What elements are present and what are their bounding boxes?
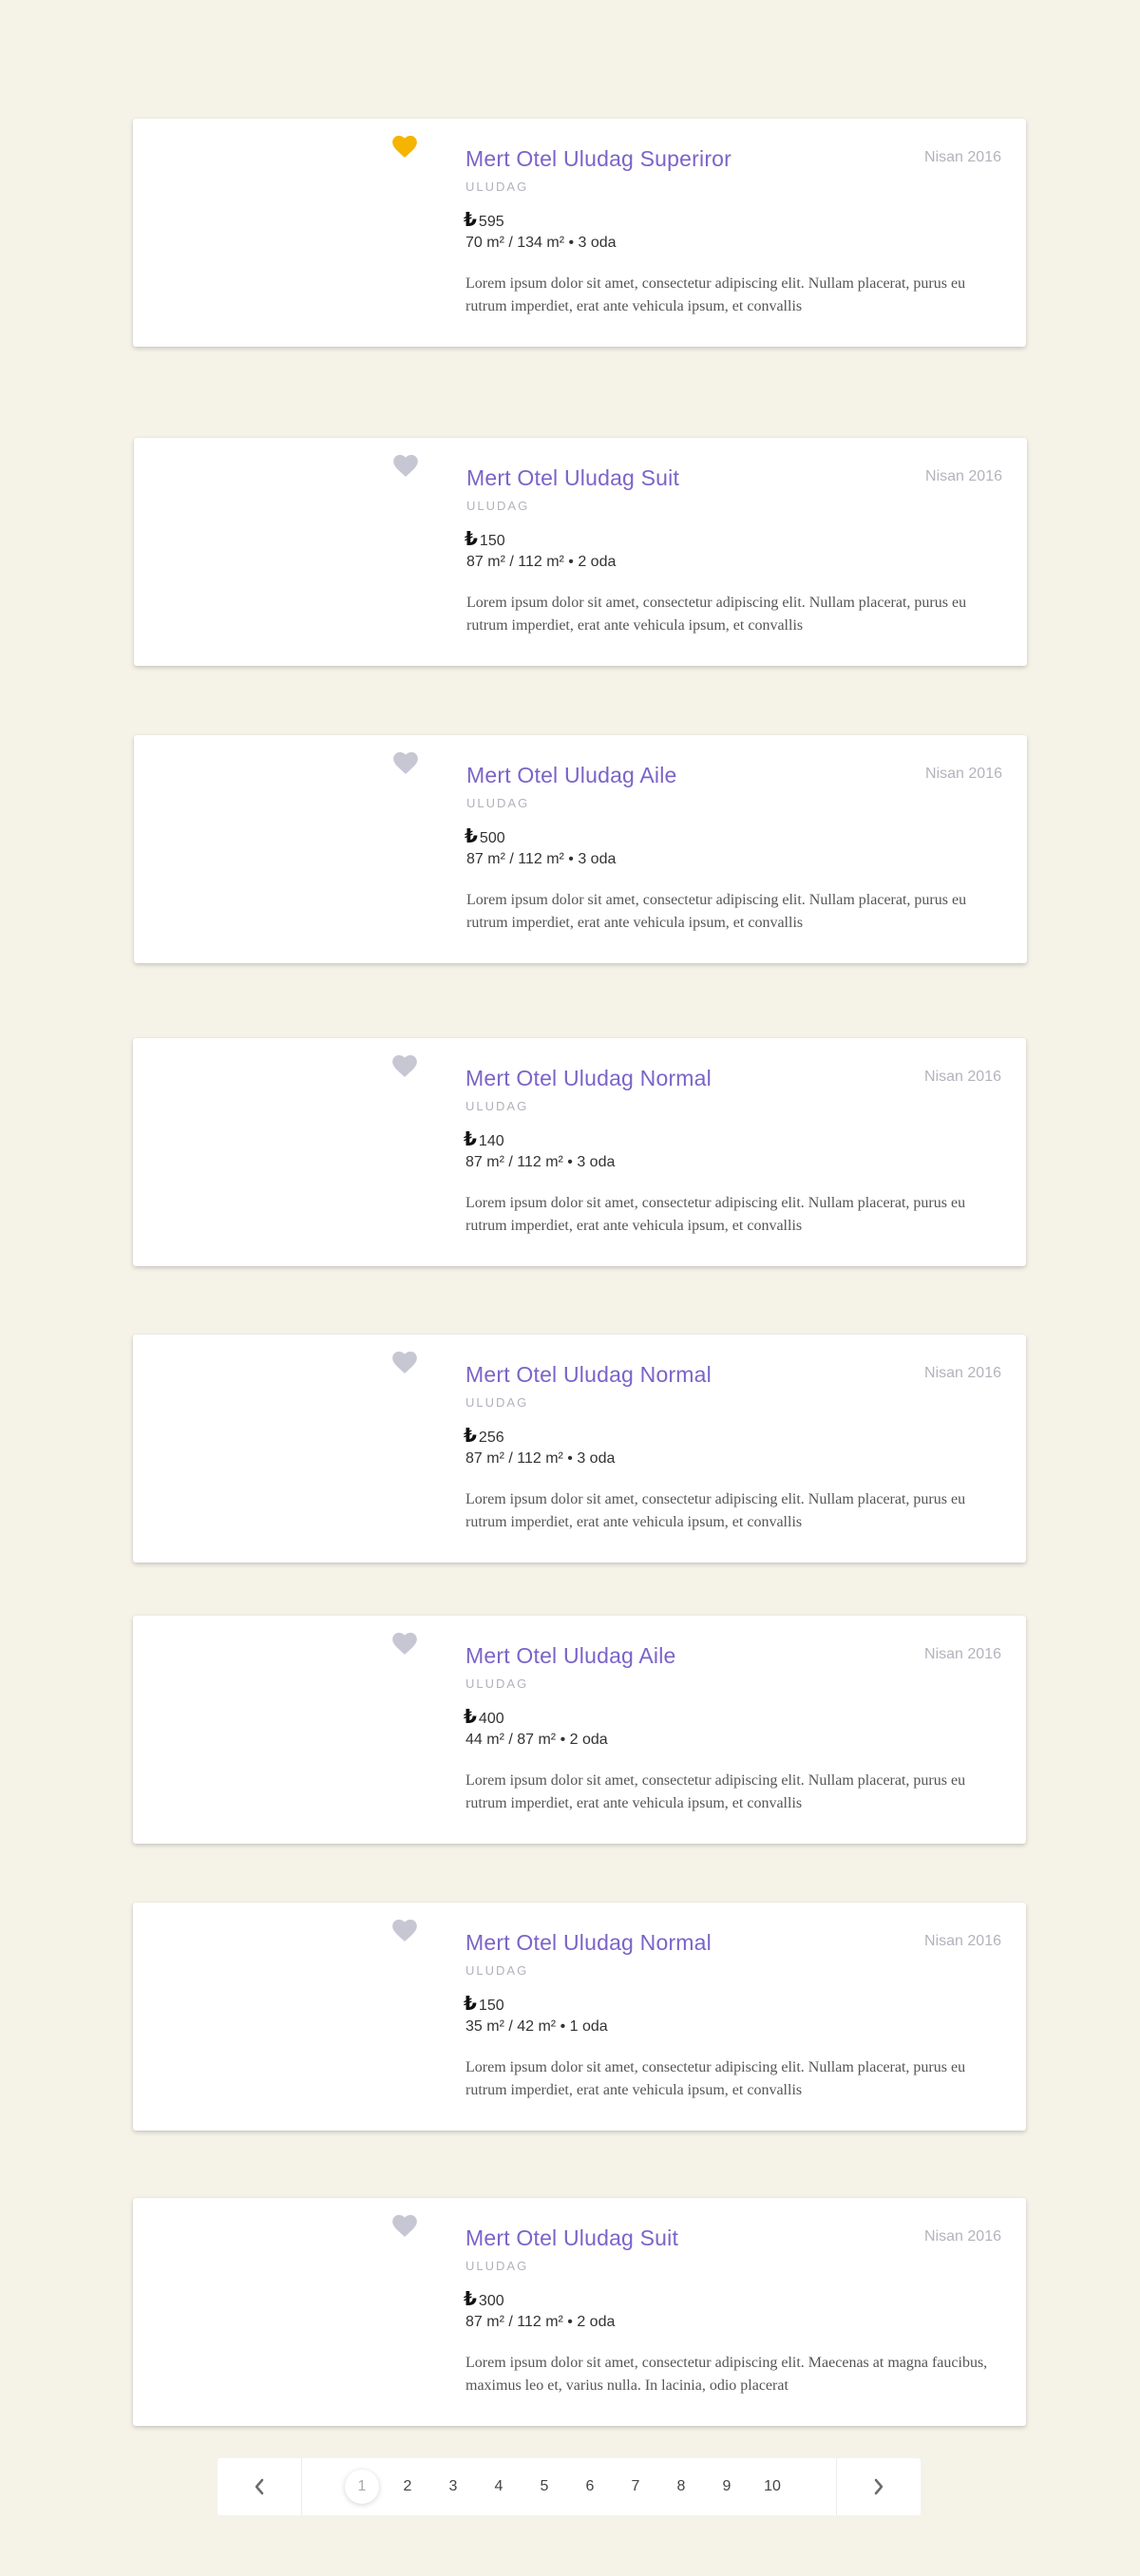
lira-icon: ₺ [465, 826, 478, 847]
listing-location: ULUDAG [466, 1099, 529, 1113]
listing-card[interactable]: Mert Otel Uludag Normal Nisan 2016 ULUDA… [133, 1335, 1026, 1563]
listing-description: Lorem ipsum dolor sit amet, consectetur … [466, 595, 967, 634]
page-number[interactable]: 1 [345, 2470, 379, 2504]
listing-title[interactable]: Mert Otel Uludag Normal [466, 1930, 712, 1956]
listing-price: ₺ 150 [464, 1992, 504, 2016]
listing-title[interactable]: Mert Otel Uludag Aile [466, 1643, 676, 1669]
listing-area: 87 m² / 112 m² • 2 oda [466, 554, 617, 570]
page-number[interactable]: 10 [755, 2470, 789, 2504]
page-number[interactable]: 2 [390, 2470, 425, 2504]
listing-location: ULUDAG [466, 499, 530, 513]
listing-area: 87 m² / 112 m² • 3 oda [466, 851, 617, 867]
lira-icon: ₺ [464, 2289, 477, 2310]
listing-description: Lorem ipsum dolor sit amet, consectetur … [466, 1772, 966, 1811]
listing-location: ULUDAG [466, 2259, 529, 2273]
listing-title[interactable]: Mert Otel Uludag Normal [466, 1362, 712, 1388]
listing-description: Lorem ipsum dolor sit amet, consectetur … [466, 275, 966, 314]
listing-title[interactable]: Mert Otel Uludag Aile [466, 763, 677, 788]
heart-icon[interactable] [391, 1631, 418, 1656]
heart-icon[interactable] [391, 134, 418, 159]
listing-description: Lorem ipsum dolor sit amet, consectetur … [466, 2355, 988, 2394]
listing-date: Nisan 2016 [924, 149, 1001, 165]
listing-description: Lorem ipsum dolor sit amet, consectetur … [466, 892, 967, 931]
listing-area: 87 m² / 112 m² • 3 oda [466, 1154, 616, 1170]
lira-icon: ₺ [464, 1129, 477, 1150]
listing-date: Nisan 2016 [924, 1365, 1001, 1381]
heart-icon[interactable] [391, 1350, 418, 1374]
heart-icon[interactable] [391, 1918, 418, 1942]
price-value: 500 [479, 830, 505, 846]
price-value: 150 [478, 1998, 504, 2014]
price-value: 400 [478, 1711, 504, 1727]
listing-title[interactable]: Mert Otel Uludag Suit [466, 2226, 678, 2251]
listing-price: ₺ 595 [464, 208, 504, 232]
prev-page-button[interactable] [218, 2458, 302, 2515]
heart-icon[interactable] [392, 453, 419, 478]
listing-price: ₺ 140 [464, 1127, 504, 1151]
next-page-button[interactable] [836, 2458, 921, 2515]
chevron-left-icon [255, 2478, 264, 2495]
lira-icon: ₺ [464, 1426, 477, 1447]
listing-date: Nisan 2016 [924, 1646, 1001, 1662]
price-value: 150 [479, 533, 505, 549]
listing-area: 87 m² / 112 m² • 2 oda [466, 2314, 616, 2330]
listing-date: Nisan 2016 [924, 1069, 1001, 1085]
listing-location: ULUDAG [466, 180, 529, 194]
listing-card[interactable]: Mert Otel Uludag Suit Nisan 2016 ULUDAG … [134, 438, 1027, 666]
listing-price: ₺ 400 [464, 1705, 504, 1729]
listing-price: ₺ 256 [464, 1424, 504, 1448]
price-value: 140 [478, 1133, 504, 1149]
listing-location: ULUDAG [466, 1676, 529, 1691]
heart-icon[interactable] [392, 750, 419, 775]
listing-description: Lorem ipsum dolor sit amet, consectetur … [466, 1195, 966, 1234]
page-number[interactable]: 3 [436, 2470, 470, 2504]
listing-price: ₺ 300 [464, 2287, 504, 2311]
page-number[interactable]: 9 [710, 2470, 744, 2504]
listing-date: Nisan 2016 [924, 1933, 1001, 1949]
page-number[interactable]: 8 [664, 2470, 698, 2504]
page-list: 1 2 3 4 5 6 7 8 9 10 [345, 2470, 801, 2504]
listing-card[interactable]: Mert Otel Uludag Aile Nisan 2016 ULUDAG … [134, 735, 1027, 963]
listing-price: ₺ 150 [465, 527, 505, 551]
listing-title[interactable]: Mert Otel Uludag Normal [466, 1066, 712, 1091]
listing-card[interactable]: Mert Otel Uludag Suit Nisan 2016 ULUDAG … [133, 2198, 1026, 2426]
listing-date: Nisan 2016 [925, 468, 1002, 484]
listing-card[interactable]: Mert Otel Uludag Superiror Nisan 2016 UL… [133, 119, 1026, 347]
heart-icon[interactable] [391, 2213, 418, 2238]
price-value: 300 [478, 2293, 504, 2309]
listing-area: 87 m² / 112 m² • 3 oda [466, 1450, 616, 1467]
chevron-right-icon [874, 2478, 884, 2495]
listing-title[interactable]: Mert Otel Uludag Suit [466, 465, 679, 491]
lira-icon: ₺ [465, 529, 478, 550]
heart-icon[interactable] [391, 1053, 418, 1078]
listing-description: Lorem ipsum dolor sit amet, consectetur … [466, 1491, 966, 1530]
listing-card[interactable]: Mert Otel Uludag Normal Nisan 2016 ULUDA… [133, 1903, 1026, 2131]
listing-location: ULUDAG [466, 796, 530, 810]
price-value: 256 [478, 1430, 504, 1446]
lira-icon: ₺ [464, 1994, 477, 2015]
lira-icon: ₺ [464, 210, 477, 231]
listing-location: ULUDAG [466, 1963, 529, 1978]
page-number[interactable]: 7 [618, 2470, 653, 2504]
listing-date: Nisan 2016 [925, 766, 1002, 782]
listing-date: Nisan 2016 [924, 2228, 1001, 2245]
listing-location: ULUDAG [466, 1395, 529, 1410]
lira-icon: ₺ [464, 1707, 477, 1728]
listing-area: 70 m² / 134 m² • 3 oda [466, 235, 617, 251]
listing-card[interactable]: Mert Otel Uludag Normal Nisan 2016 ULUDA… [133, 1038, 1026, 1266]
page-number[interactable]: 5 [527, 2470, 561, 2504]
price-value: 595 [478, 214, 504, 230]
pagination: 1 2 3 4 5 6 7 8 9 10 [218, 2458, 921, 2515]
page-number[interactable]: 6 [573, 2470, 607, 2504]
listing-description: Lorem ipsum dolor sit amet, consectetur … [466, 2059, 966, 2098]
listing-price: ₺ 500 [465, 824, 505, 848]
listing-area: 35 m² / 42 m² • 1 oda [466, 2018, 608, 2035]
listing-title[interactable]: Mert Otel Uludag Superiror [466, 146, 732, 172]
listing-card[interactable]: Mert Otel Uludag Aile Nisan 2016 ULUDAG … [133, 1616, 1026, 1844]
page-number[interactable]: 4 [482, 2470, 516, 2504]
listing-area: 44 m² / 87 m² • 2 oda [466, 1732, 608, 1748]
